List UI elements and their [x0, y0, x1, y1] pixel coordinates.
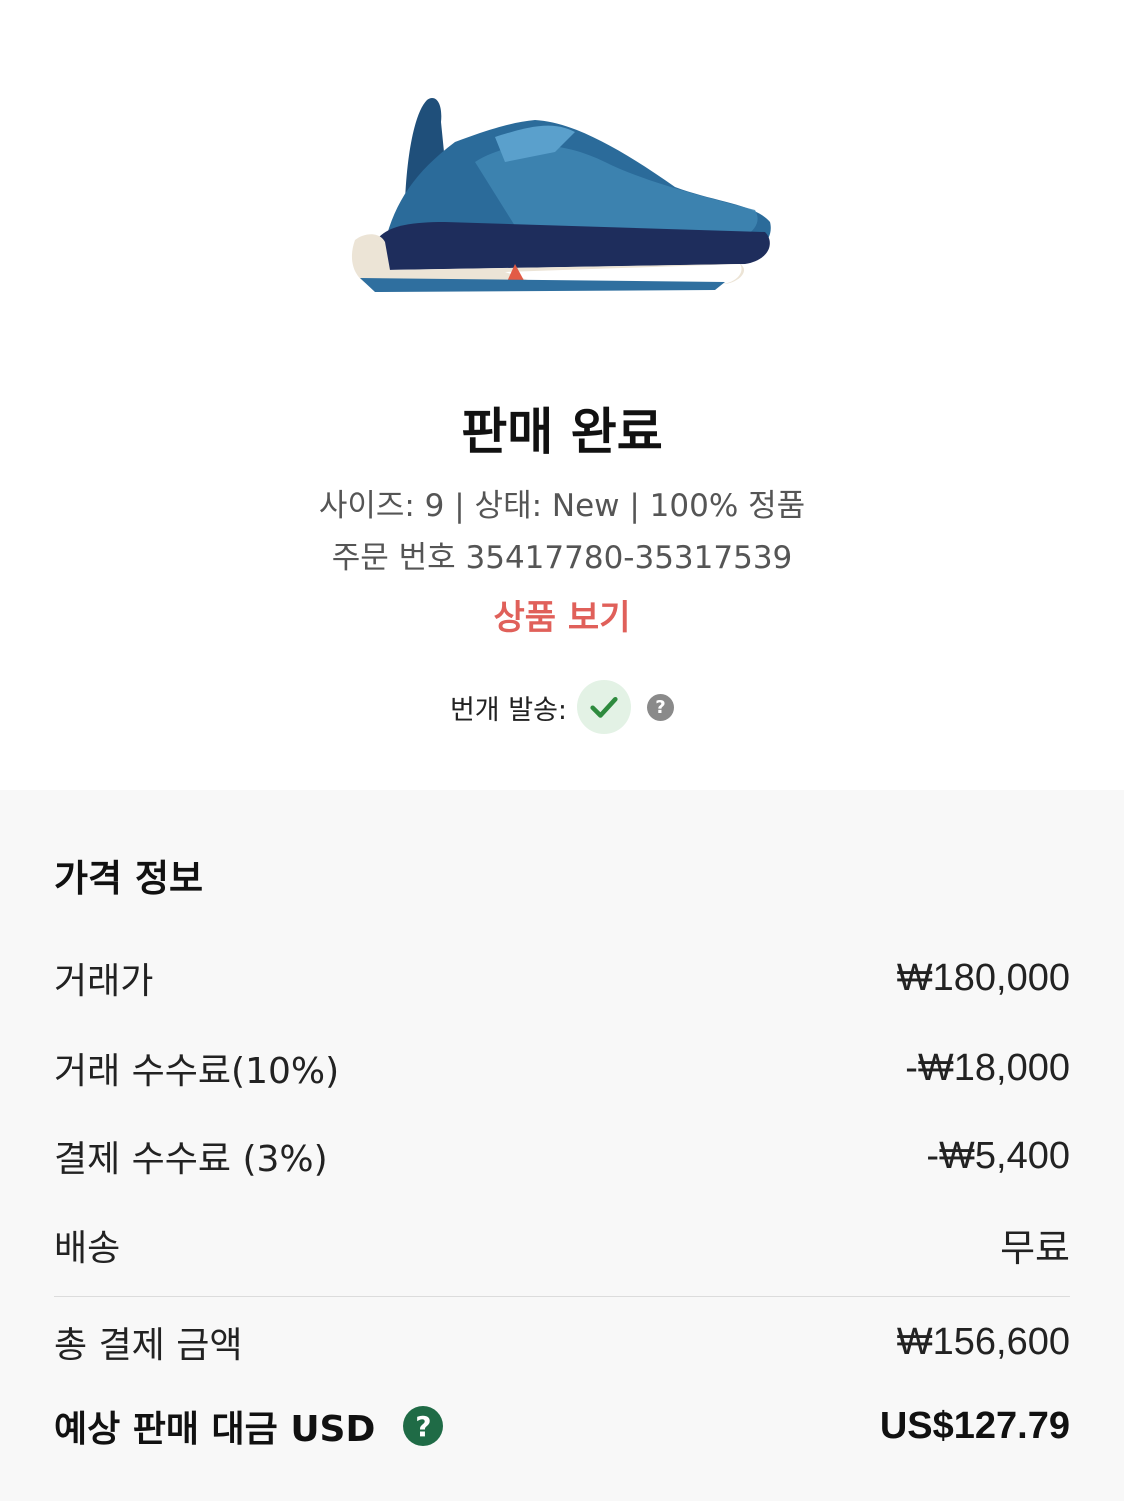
price-row-trade-fee: 거래 수수료(10%) -₩18,000	[54, 1042, 1070, 1094]
price-row-value: 무료	[1000, 1228, 1070, 1270]
payout-value: US$127.79	[879, 1404, 1070, 1447]
price-row-value: -₩18,000	[905, 1046, 1070, 1089]
express-shipping-row: 번개 발송: ?	[0, 680, 1124, 734]
order-number: 주문 번호 35417780-35317539	[331, 540, 793, 576]
price-row-value: -₩5,400	[926, 1134, 1070, 1177]
price-row-label: 거래가	[54, 961, 154, 1002]
price-info-panel: 가격 정보 거래가 ₩180,000 거래 수수료(10%) -₩18,000 …	[0, 790, 1124, 1501]
price-row-payment-fee: 결제 수수료 (3%) -₩5,400	[54, 1130, 1070, 1182]
price-row-shipping: 배송 무료	[54, 1217, 1070, 1272]
view-product-link[interactable]: 상품 보기	[0, 590, 1124, 639]
product-image	[351, 98, 771, 292]
price-row-label: 배송	[54, 1227, 121, 1269]
product-details: 사이즈: 9 | 상태: New | 100% 정품	[318, 488, 806, 524]
checkmark-icon	[577, 680, 632, 734]
price-row-label: 결제 수수료 (3%)	[54, 1139, 328, 1180]
payout-label-group: 예상 판매 대금 USD ?	[54, 1400, 444, 1452]
price-row-label: 거래 수수료(10%)	[54, 1051, 340, 1092]
sale-summary: 판매 완료 사이즈: 9 | 상태: New | 100% 정품 주문 번호 3…	[0, 0, 1124, 790]
price-row-value: ₩180,000	[896, 956, 1070, 999]
payout-help-icon[interactable]: ?	[403, 1406, 444, 1446]
express-help-icon[interactable]: ?	[647, 693, 675, 721]
express-shipping-label: 번개 발송:	[449, 694, 568, 726]
total-row: 총 결제 금액 ₩156,600	[54, 1316, 1070, 1368]
total-value: ₩156,600	[896, 1320, 1070, 1363]
total-label: 총 결제 금액	[54, 1325, 243, 1366]
payout-row: 예상 판매 대금 USD ? US$127.79	[54, 1400, 1070, 1452]
section-title: 가격 정보	[54, 857, 204, 900]
price-row-trade: 거래가 ₩180,000	[54, 952, 1070, 1004]
payout-label: 예상 판매 대금 USD	[54, 1409, 376, 1450]
divider	[54, 1296, 1070, 1297]
page-title: 판매 완료	[461, 403, 663, 461]
